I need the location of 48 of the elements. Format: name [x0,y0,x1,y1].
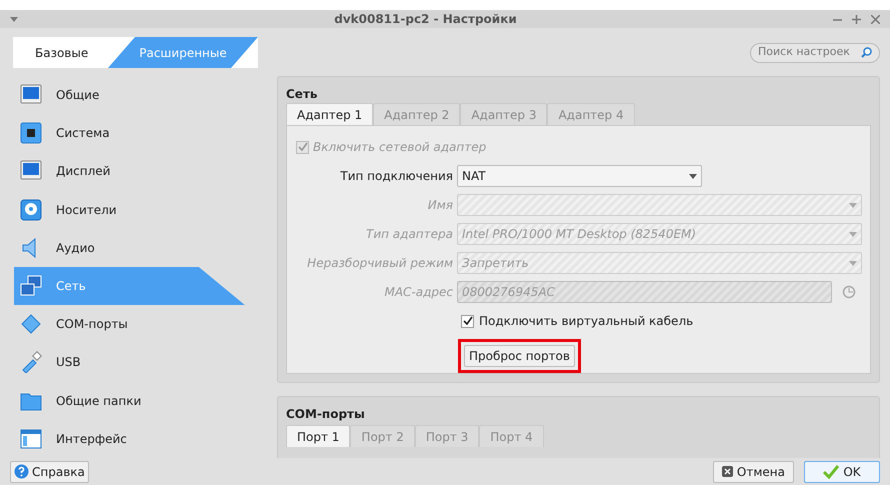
window-icon [20,428,42,450]
field-label: Имя [426,197,454,214]
dropdown[interactable]: NAT [457,165,702,187]
checkbox[interactable] [461,314,474,328]
caret-icon [849,202,857,208]
tab[interactable]: Порт 1 [286,425,350,447]
checkbox-label: Подключить виртуальный кабель [479,313,694,330]
section-title: Сеть [286,86,318,103]
maximize-icon[interactable] [852,14,861,24]
checkbox-label: Включить сетевой адаптер [313,139,486,156]
sidebar-item[interactable]: USB [14,343,234,382]
checkmark-icon [462,316,472,326]
menu-caret-icon[interactable] [10,16,18,22]
cancel-button[interactable]: Отмена [712,460,794,482]
monitor-icon [20,84,42,106]
sidebar-item[interactable]: COM-порты [14,305,234,344]
field-label: Неразборчивый режим [306,255,454,272]
field-label: Тип адаптера [365,226,454,243]
window-title: dvk00811-pc2 - Настройки [333,11,518,28]
port-forwarding-button[interactable]: Проброс портов [464,345,575,367]
field-label: Тип подключения [339,168,454,185]
sidebar-item[interactable]: Дисплей [14,152,234,191]
search-icon [861,47,872,58]
tab[interactable]: Адаптер 1 [286,103,374,125]
monitor-icon [20,160,42,182]
sidebar-item[interactable]: Общие папки [14,382,234,420]
field-label: MAC-адрес [383,284,454,301]
connector-icon [20,313,42,336]
checkmark-icon [298,142,308,152]
close-icon [722,466,733,477]
sidebar-item[interactable]: Интерфейс [14,420,234,458]
ok-button[interactable]: OK [804,460,880,482]
sidebar-item[interactable]: Система [14,114,234,152]
close-icon[interactable] [871,14,880,24]
section-title: COM-порты [286,406,366,423]
sidebar-item[interactable]: Носители [14,190,234,229]
help-button[interactable]: Справка [10,460,89,482]
sidebar-item[interactable]: Общие [14,76,234,114]
sidebar-item[interactable]: Аудио [14,228,234,267]
caret-icon [689,174,697,178]
caret-icon [849,260,857,266]
chip-icon [20,122,42,144]
caret-icon [849,232,857,236]
search-field[interactable]: Поиск настроек [750,42,880,62]
network-icon [20,275,42,298]
usb-plug-icon [20,351,42,374]
help-icon [14,464,29,479]
checkmark-icon [823,464,840,478]
